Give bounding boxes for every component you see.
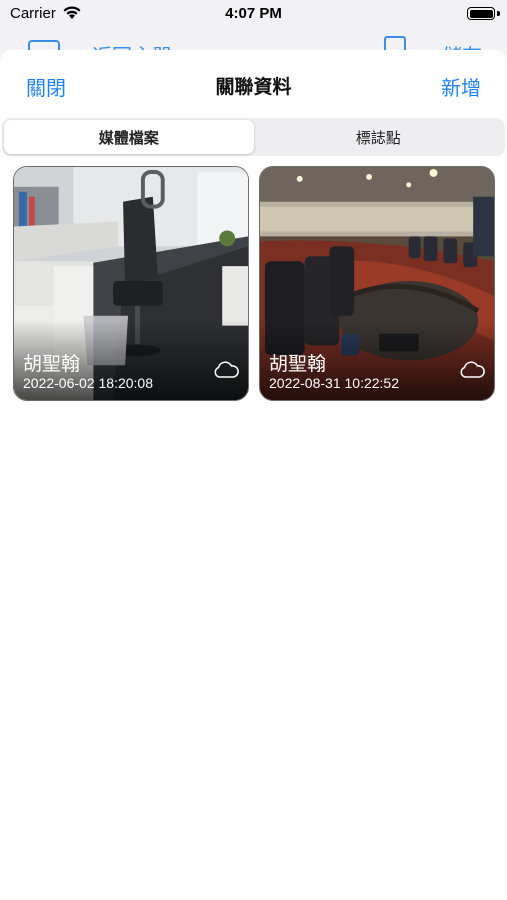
segmented-control: 媒體檔案 標誌點	[2, 118, 505, 156]
segment-media-files[interactable]: 媒體檔案	[4, 120, 254, 154]
media-datetime: 2022-06-02 18:20:08	[23, 375, 153, 391]
media-card[interactable]: 胡聖翰 2022-08-31 10:22:52	[259, 166, 495, 401]
media-author: 胡聖翰	[23, 353, 81, 375]
media-author: 胡聖翰	[269, 353, 327, 375]
battery-tip	[497, 11, 500, 16]
cloud-icon	[214, 361, 239, 378]
clock: 4:07 PM	[225, 5, 282, 22]
status-bar: Carrier 4:07 PM	[0, 0, 507, 30]
media-card[interactable]: 胡聖翰 2022-06-02 18:20:08	[13, 166, 249, 401]
close-button[interactable]: 關閉	[26, 72, 66, 101]
add-button[interactable]: 新增	[441, 72, 481, 101]
related-data-sheet: 關閉 關聯資料 新增 媒體檔案 標誌點 胡聖翰 2022-06-02 18:20…	[0, 50, 507, 900]
cloud-icon	[460, 361, 485, 378]
battery-icon	[467, 7, 495, 20]
sheet-title: 關聯資料	[215, 76, 292, 98]
sheet-header: 關閉 關聯資料 新增	[0, 50, 507, 118]
media-datetime: 2022-08-31 10:22:52	[269, 375, 399, 391]
segment-landmarks[interactable]: 標誌點	[254, 120, 504, 154]
